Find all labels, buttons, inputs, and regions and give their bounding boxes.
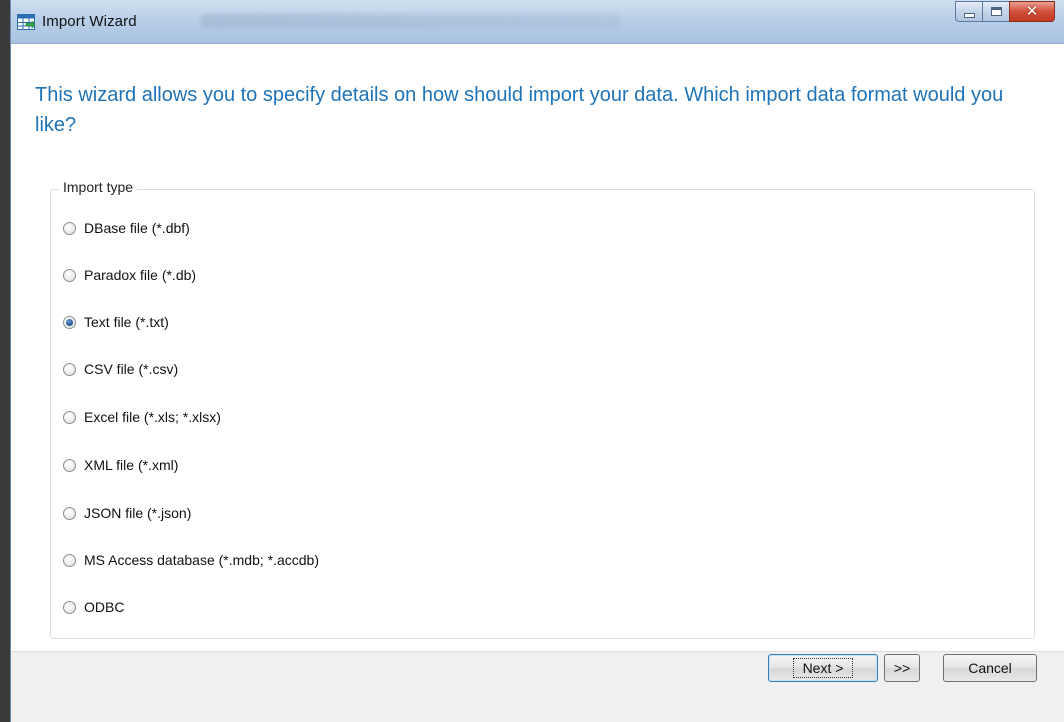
radio-paradox[interactable] (63, 268, 76, 282)
option-xml[interactable]: XML file (*.xml) (63, 455, 178, 475)
cancel-button-label: Cancel (968, 660, 1012, 676)
radio-odbc[interactable] (63, 600, 76, 614)
option-label: JSON file (*.json) (84, 505, 192, 521)
cancel-button[interactable]: Cancel (943, 654, 1037, 682)
radio-dbase[interactable] (63, 221, 76, 235)
option-label: ODBC (84, 599, 125, 615)
radio-ms-access[interactable] (63, 553, 76, 567)
window-title: Import Wizard (42, 13, 137, 30)
title-bar[interactable]: Import Wizard ✕ (11, 0, 1064, 44)
import-wizard-window: Import Wizard ✕ This wizard allows you t… (11, 0, 1064, 722)
radio-text[interactable] (63, 315, 76, 329)
option-excel[interactable]: Excel file (*.xls; *.xlsx) (63, 407, 221, 427)
option-label: XML file (*.xml) (84, 457, 179, 473)
option-json[interactable]: JSON file (*.json) (63, 503, 191, 523)
option-label: Text file (*.txt) (84, 314, 169, 330)
radio-excel[interactable] (63, 410, 76, 424)
caption-buttons: ✕ (955, 1, 1055, 22)
minimize-button[interactable] (955, 1, 982, 22)
wizard-instructions: This wizard allows you to specify detail… (35, 84, 1004, 136)
skip-to-end-button[interactable]: >> (884, 654, 920, 682)
option-label: Excel file (*.xls; *.xlsx) (84, 409, 221, 425)
background-window-menu-ghost (201, 14, 621, 28)
radio-json[interactable] (63, 506, 76, 520)
option-odbc[interactable]: ODBC (63, 597, 124, 617)
radio-csv[interactable] (63, 362, 76, 376)
option-csv[interactable]: CSV file (*.csv) (63, 359, 178, 379)
option-label: MS Access database (*.mdb; *.accdb) (84, 552, 319, 568)
close-icon: ✕ (1025, 2, 1039, 20)
option-ms-access[interactable]: MS Access database (*.mdb; *.accdb) (63, 550, 319, 570)
maximize-button[interactable] (982, 1, 1009, 22)
option-dbase[interactable]: DBase file (*.dbf) (63, 218, 190, 238)
option-label: CSV file (*.csv) (84, 361, 179, 377)
next-button[interactable]: Next > (768, 654, 878, 682)
maximize-icon (990, 7, 1002, 16)
import-type-legend: Import type (59, 179, 138, 195)
skip-button-label: >> (893, 660, 911, 676)
close-button[interactable]: ✕ (1009, 1, 1055, 22)
option-label: Paradox file (*.db) (84, 267, 197, 283)
option-text[interactable]: Text file (*.txt) (63, 312, 169, 332)
next-button-label: Next > (792, 658, 854, 678)
option-label: DBase file (*.dbf) (84, 220, 190, 236)
option-paradox[interactable]: Paradox file (*.db) (63, 265, 196, 285)
radio-xml[interactable] (63, 458, 76, 472)
table-import-icon (17, 14, 35, 30)
minimize-icon (963, 13, 975, 18)
